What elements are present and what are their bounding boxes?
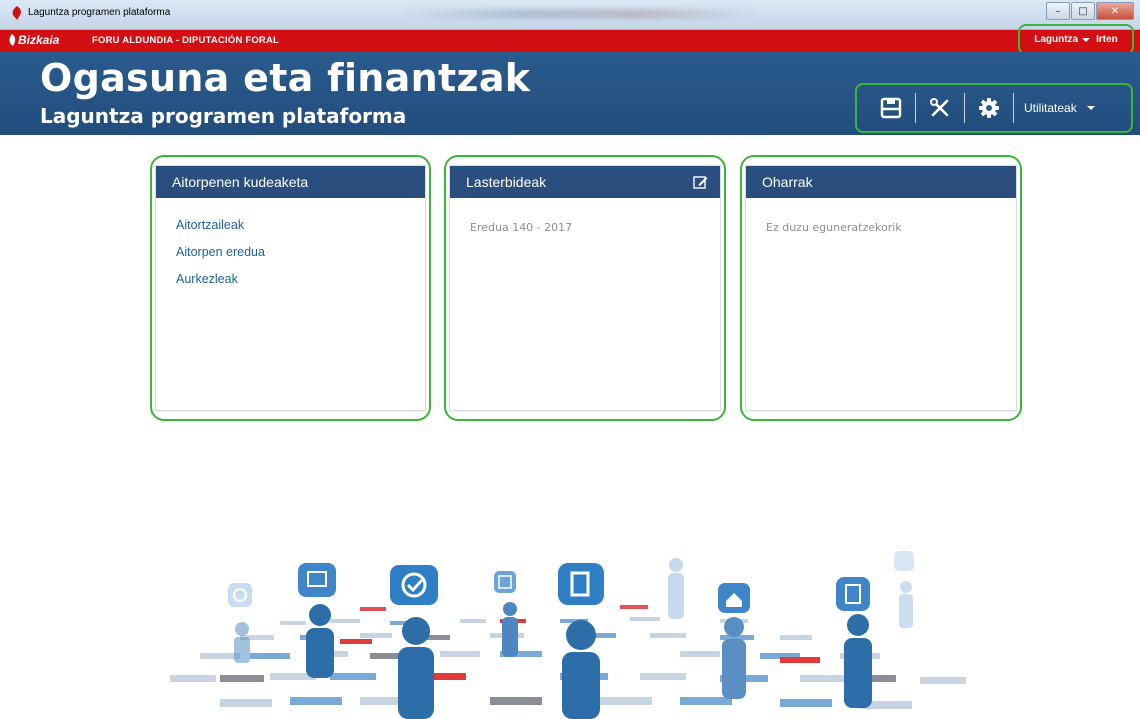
exit-link[interactable]: Irten bbox=[1096, 34, 1118, 45]
notes-panel-highlight: Oharrak Ez duzu eguneratzekorik bbox=[740, 155, 1022, 421]
window-titlebar: Laguntza programen plataforma – □ ✕ bbox=[0, 0, 1140, 30]
toolbar-divider bbox=[964, 93, 965, 123]
header-toolbar: Utilitateak bbox=[855, 83, 1133, 133]
edit-icon bbox=[693, 176, 708, 189]
chevron-down-icon bbox=[1082, 37, 1091, 42]
panel-title: Aitorpenen kudeaketa bbox=[172, 174, 309, 190]
organization-name: FORU ALDUNDIA - DIPUTACIÓN FORAL bbox=[92, 35, 280, 46]
utilities-label: Utilitateak bbox=[1024, 101, 1077, 115]
help-menu[interactable]: Laguntza bbox=[1034, 34, 1091, 45]
bizkaia-leaf-icon bbox=[9, 34, 16, 46]
window-title: Laguntza programen plataforma bbox=[28, 7, 171, 18]
page-subtitle: Laguntza programen plataforma bbox=[40, 104, 407, 128]
declarations-panel: Aitorpenen kudeaketa Aitortzaileak Aitor… bbox=[155, 165, 426, 411]
panel-header: Oharrak bbox=[746, 166, 1016, 198]
tools-icon bbox=[930, 98, 949, 117]
presenters-link[interactable]: Aurkezleak bbox=[176, 272, 425, 286]
edit-shortcuts-button[interactable] bbox=[692, 174, 708, 193]
top-links: Laguntza Irten bbox=[1018, 24, 1134, 55]
page-title: Ogasuna eta finantzak bbox=[40, 56, 531, 100]
close-button[interactable]: ✕ bbox=[1096, 2, 1134, 20]
shortcut-item[interactable]: Eredua 140 - 2017 bbox=[470, 221, 572, 234]
save-button[interactable] bbox=[873, 93, 909, 123]
maximize-button[interactable]: □ bbox=[1071, 2, 1095, 20]
panel-title: Lasterbideak bbox=[466, 174, 547, 190]
shortcuts-panel-highlight: Lasterbideak Eredua 140 - 2017 bbox=[444, 155, 726, 421]
help-label: Laguntza bbox=[1034, 34, 1079, 45]
notes-panel: Oharrak Ez duzu eguneratzekorik bbox=[745, 165, 1017, 411]
brand-bar: Bizkaia FORU ALDUNDIA - DIPUTACIÓN FORAL bbox=[0, 30, 1140, 52]
app-logo-icon bbox=[12, 6, 21, 20]
blurred-title-area bbox=[400, 9, 760, 19]
declaration-model-link[interactable]: Aitorpen eredua bbox=[176, 245, 425, 259]
toolbar-divider bbox=[915, 93, 916, 123]
declarants-link[interactable]: Aitortzaileak bbox=[176, 218, 425, 232]
declarations-panel-highlight: Aitorpenen kudeaketa Aitortzaileak Aitor… bbox=[150, 155, 431, 421]
save-icon bbox=[880, 97, 902, 119]
notes-empty-message: Ez duzu eguneratzekorik bbox=[766, 221, 902, 234]
network-people-illustration bbox=[160, 535, 1000, 719]
bizkaia-logo: Bizkaia bbox=[8, 33, 59, 47]
main-content: Aitorpenen kudeaketa Aitortzaileak Aitor… bbox=[0, 135, 1140, 719]
tools-button[interactable] bbox=[922, 93, 958, 123]
toolbar-divider bbox=[1013, 93, 1014, 123]
utilities-dropdown[interactable]: Utilitateak bbox=[1020, 101, 1095, 115]
panel-title: Oharrak bbox=[762, 174, 813, 190]
gear-icon bbox=[979, 98, 999, 118]
minimize-button[interactable]: – bbox=[1046, 2, 1070, 20]
shortcuts-panel: Lasterbideak Eredua 140 - 2017 bbox=[449, 165, 721, 411]
panel-header: Aitorpenen kudeaketa bbox=[156, 166, 425, 198]
settings-button[interactable] bbox=[971, 93, 1007, 123]
brand-name: Bizkaia bbox=[18, 33, 60, 47]
chevron-down-icon bbox=[1086, 106, 1095, 110]
panel-header: Lasterbideak bbox=[450, 166, 720, 198]
